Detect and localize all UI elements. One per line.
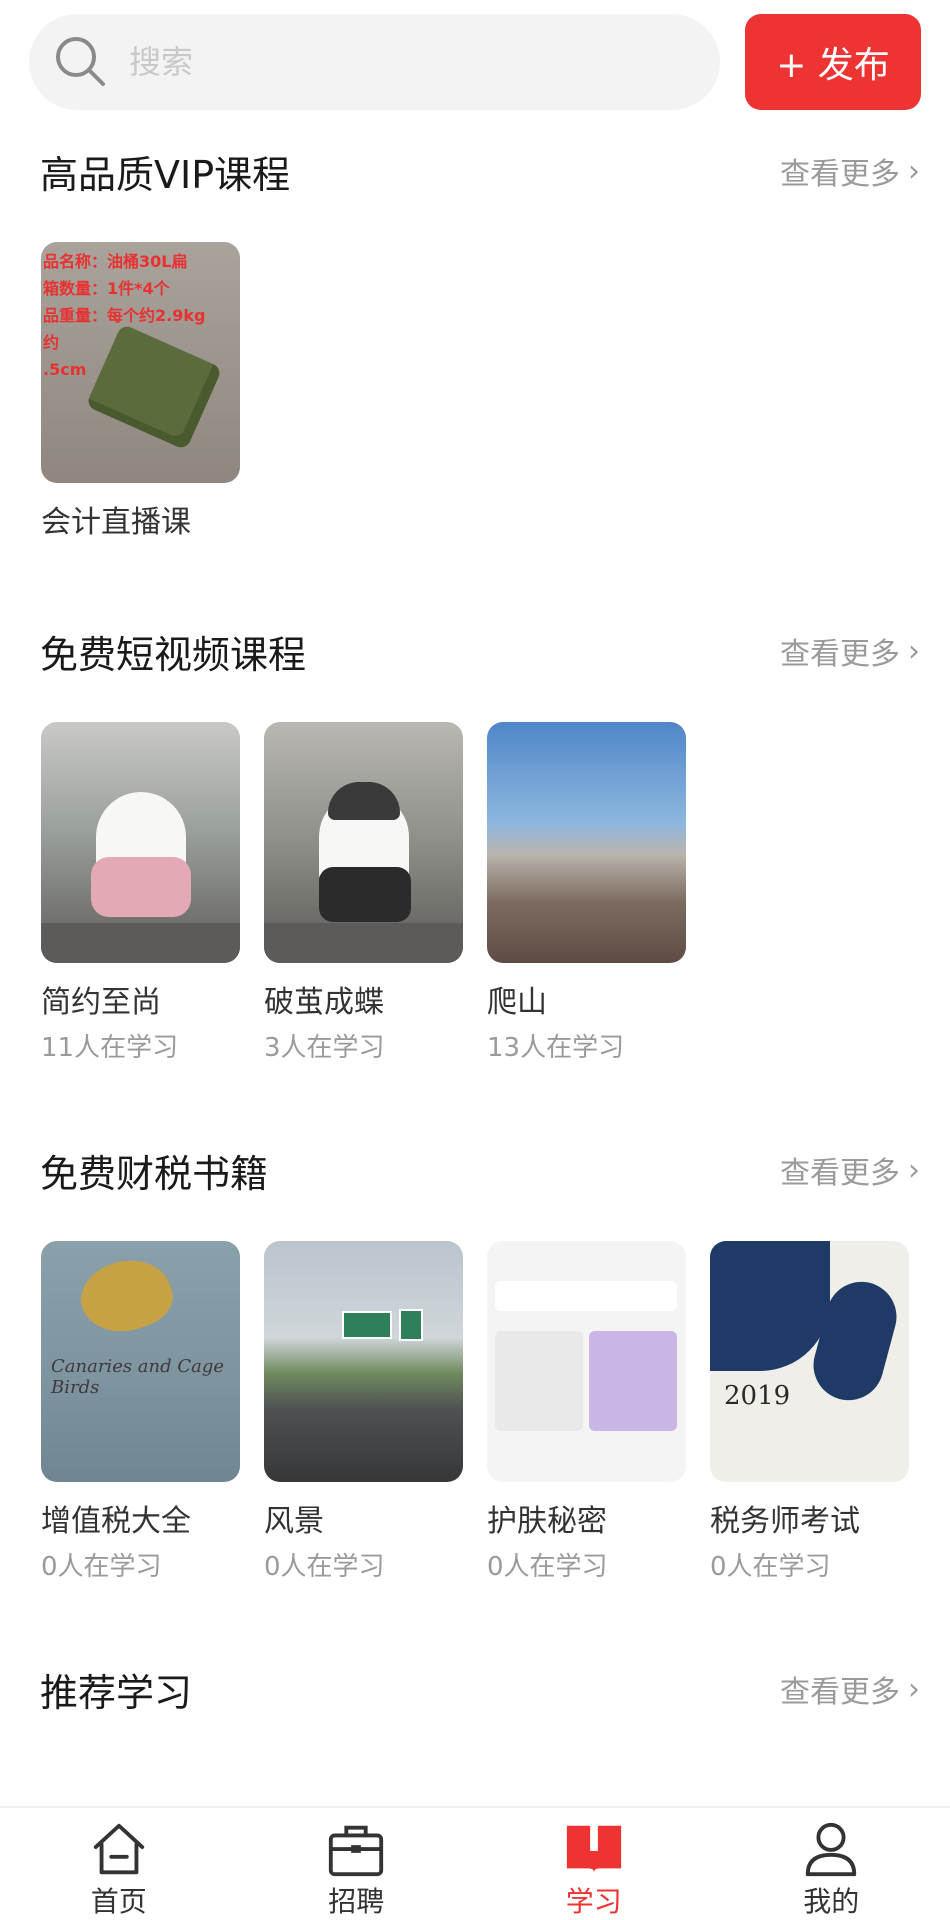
cat-clothes-image bbox=[91, 857, 191, 917]
video-card[interactable]: 破茧成蝶 3人在学习 bbox=[264, 722, 463, 1064]
book-card[interactable]: 风景 0人在学习 bbox=[264, 1241, 463, 1583]
see-more-label: 查看更多 bbox=[780, 637, 900, 672]
see-more-link[interactable]: 查看更多 › bbox=[780, 149, 920, 193]
course-card[interactable]: 品名称：油桶30L扁 箱数量：1件*4个 品重量：每个约2.9kg 约 .5cm… bbox=[41, 242, 240, 541]
section-header-video: 免费短视频课程 查看更多 › bbox=[40, 621, 920, 681]
book-title: 风景 bbox=[264, 1504, 324, 1539]
thumbnail-line: 品名称：油桶30L扁 bbox=[43, 252, 188, 271]
book-card[interactable]: 护肤秘密 0人在学习 bbox=[487, 1241, 686, 1583]
cat-clothes-image bbox=[319, 867, 411, 922]
road-sign-image bbox=[342, 1311, 392, 1339]
search-icon bbox=[51, 32, 111, 92]
product-image bbox=[495, 1331, 583, 1431]
section-title: 推荐学习 bbox=[40, 1670, 193, 1715]
section-header-recommend: 推荐学习 查看更多 › bbox=[40, 1659, 920, 1719]
video-card[interactable]: 爬山 13人在学习 bbox=[487, 722, 686, 1064]
search-box[interactable] bbox=[29, 14, 720, 110]
learner-count: 11人在学习 bbox=[41, 1033, 179, 1063]
chevron-right-icon: › bbox=[908, 633, 920, 669]
book-icon bbox=[566, 1821, 621, 1873]
tab-jobs[interactable]: 招聘 bbox=[238, 1808, 476, 1920]
learner-count: 0人在学习 bbox=[41, 1552, 162, 1582]
chevron-right-icon: › bbox=[908, 1671, 920, 1707]
user-icon bbox=[806, 1822, 857, 1877]
search-input[interactable] bbox=[129, 43, 689, 81]
see-more-label: 查看更多 bbox=[780, 157, 900, 192]
see-more-link[interactable]: 查看更多 › bbox=[780, 629, 920, 673]
chevron-right-icon: › bbox=[908, 153, 920, 189]
tab-home[interactable]: 首页 bbox=[0, 1808, 238, 1920]
screenshot-banner-image bbox=[495, 1281, 677, 1311]
tab-label: 首页 bbox=[90, 1885, 147, 1918]
see-more-link[interactable]: 查看更多 › bbox=[780, 1667, 920, 1711]
learner-count: 0人在学习 bbox=[264, 1552, 385, 1582]
book-card[interactable]: 2019 税务师考试 0人在学习 bbox=[710, 1241, 909, 1583]
section-header-vip: 高品质VIP课程 查看更多 › bbox=[40, 141, 920, 201]
tab-label: 招聘 bbox=[328, 1885, 385, 1918]
section-title: 免费短视频课程 bbox=[40, 632, 307, 677]
video-thumbnail bbox=[264, 722, 463, 963]
book-thumbnail bbox=[264, 1241, 463, 1482]
video-thumbnail bbox=[41, 722, 240, 963]
section-header-books: 免费财税书籍 查看更多 › bbox=[40, 1140, 920, 1200]
bottom-tab-bar: 首页 招聘 学习 我的 bbox=[0, 1806, 950, 1920]
learner-count: 0人在学习 bbox=[487, 1552, 608, 1582]
road-sign-image bbox=[399, 1309, 423, 1341]
video-thumbnail bbox=[487, 722, 686, 963]
tab-study[interactable]: 学习 bbox=[475, 1808, 713, 1920]
see-more-label: 查看更多 bbox=[780, 1156, 900, 1191]
product-image bbox=[589, 1331, 677, 1431]
video-card[interactable]: 简约至尚 11人在学习 bbox=[41, 722, 240, 1064]
tab-label: 我的 bbox=[803, 1885, 860, 1918]
calligraphy-image bbox=[710, 1241, 830, 1371]
book-card[interactable]: Canaries and Cage Birds 增值税大全 0人在学习 bbox=[41, 1241, 240, 1583]
bird-image bbox=[71, 1247, 181, 1345]
learner-count: 0人在学习 bbox=[710, 1552, 831, 1582]
see-more-label: 查看更多 bbox=[780, 1675, 900, 1710]
book-cover-text: 2019 bbox=[724, 1381, 791, 1411]
top-bar: + 发布 bbox=[0, 0, 950, 120]
home-icon bbox=[93, 1823, 144, 1875]
course-title: 会计直播课 bbox=[41, 505, 191, 540]
video-title: 爬山 bbox=[487, 985, 547, 1020]
book-thumbnail: Canaries and Cage Birds bbox=[41, 1241, 240, 1482]
tab-mine[interactable]: 我的 bbox=[713, 1808, 950, 1920]
chevron-right-icon: › bbox=[908, 1152, 920, 1188]
course-thumbnail: 品名称：油桶30L扁 箱数量：1件*4个 品重量：每个约2.9kg 约 .5cm bbox=[41, 242, 240, 483]
book-cover-text: Canaries and Cage Birds bbox=[51, 1356, 225, 1398]
book-thumbnail bbox=[487, 1241, 686, 1482]
briefcase-icon bbox=[329, 1825, 384, 1877]
video-title: 破茧成蝶 bbox=[264, 985, 384, 1020]
see-more-link[interactable]: 查看更多 › bbox=[780, 1148, 920, 1192]
cat-hat-image bbox=[328, 782, 400, 820]
learner-count: 3人在学习 bbox=[264, 1033, 385, 1063]
book-title: 护肤秘密 bbox=[487, 1504, 607, 1539]
book-thumbnail: 2019 bbox=[710, 1241, 909, 1482]
video-title: 简约至尚 bbox=[41, 985, 161, 1020]
section-title: 免费财税书籍 bbox=[40, 1151, 269, 1196]
learner-count: 13人在学习 bbox=[487, 1033, 625, 1063]
section-title: 高品质VIP课程 bbox=[40, 152, 291, 197]
book-title: 增值税大全 bbox=[41, 1504, 191, 1539]
road-image bbox=[264, 923, 463, 963]
tab-label: 学习 bbox=[565, 1885, 622, 1918]
book-title: 税务师考试 bbox=[710, 1504, 860, 1539]
thumbnail-line: 品重量：每个约2.9kg bbox=[43, 306, 206, 325]
publish-button[interactable]: + 发布 bbox=[745, 14, 921, 110]
road-image bbox=[41, 923, 240, 963]
thumbnail-line: 箱数量：1件*4个 bbox=[43, 279, 170, 298]
